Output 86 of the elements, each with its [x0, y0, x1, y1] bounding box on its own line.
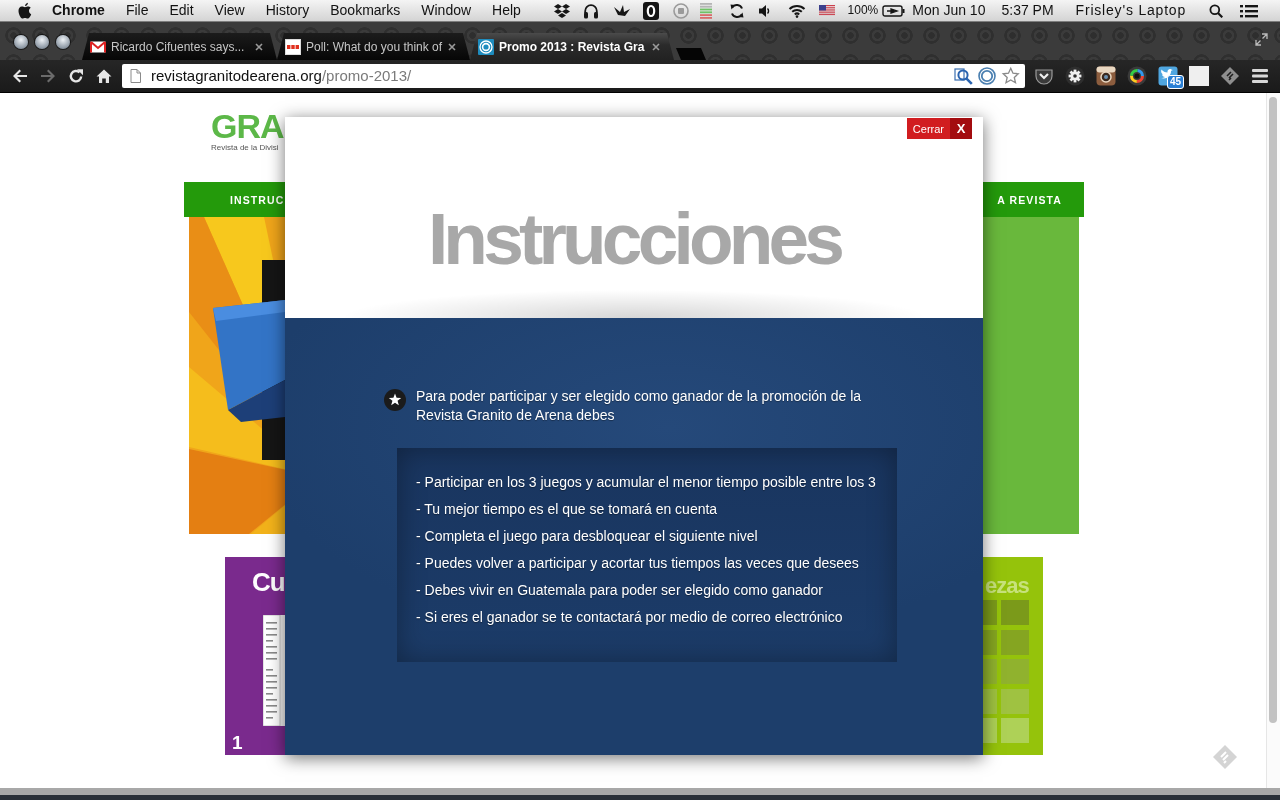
close-button[interactable]: Cerrar X [906, 118, 972, 139]
grid-tile [1001, 688, 1029, 714]
ring-logo-icon [478, 38, 494, 55]
back-button[interactable] [12, 68, 28, 84]
battery-icon[interactable] [882, 4, 906, 17]
card-title: Cu [252, 569, 285, 595]
menu-item[interactable]: Window [421, 0, 472, 21]
gear-icon[interactable] [1065, 66, 1085, 86]
menu-item[interactable]: Edit [169, 0, 194, 21]
close-icon[interactable] [448, 42, 456, 51]
grid-tile [1001, 600, 1029, 625]
star-icon[interactable] [1001, 66, 1021, 86]
window-control-button[interactable] [56, 35, 70, 49]
grid-tile [983, 600, 997, 625]
rule-item: - Debes vivir en Guatemala para poder ser elegido como ganador [416, 581, 823, 600]
user-name[interactable]: Frisley's Laptop [1075, 0, 1186, 21]
menu-item[interactable]: File [125, 0, 149, 21]
level-bars-icon[interactable] [698, 1, 713, 20]
headphones-icon[interactable] [582, 2, 599, 19]
envelope-icon [90, 38, 106, 55]
wifi-icon[interactable] [787, 3, 806, 18]
reload-button[interactable] [68, 68, 84, 84]
window-control-button[interactable] [35, 35, 49, 49]
fullscreen-icon[interactable] [1255, 33, 1268, 46]
game-card[interactable]: Cu 1 [225, 557, 285, 755]
grid-tile [983, 718, 997, 743]
flag-icon[interactable] [818, 5, 835, 16]
time-text: 5:37 PM [1001, 1, 1054, 20]
rule-item: - Puedes volver a participar y acortar tus tiempos las veces que desees [416, 554, 859, 573]
site-tagline: Revista de la Divisi [211, 143, 279, 153]
scrollbar-thumb[interactable] [1269, 97, 1277, 723]
reload-icon [68, 68, 84, 84]
list-icon[interactable] [1240, 3, 1258, 18]
close-icon[interactable] [652, 42, 660, 51]
news-tile-icon [285, 38, 301, 55]
arrow-right-icon [40, 68, 56, 84]
app-menu[interactable]: Chrome [52, 0, 105, 21]
browser-tab[interactable]: Poll: What do you think of [277, 33, 470, 60]
apple-icon[interactable] [18, 2, 32, 19]
nav-link[interactable]: INSTRUC [230, 193, 285, 206]
rule-item: - Completa el juego para desbloquear el siguiente nivel [416, 527, 758, 546]
grid-tile [983, 659, 997, 684]
url-text: revistagranitodearena.org/promo-2013/ [151, 67, 412, 85]
rule-item: - Si eres el ganador se te contactará por medio de correo electrónico [416, 608, 843, 627]
color-ring-icon[interactable] [1127, 66, 1147, 86]
close-icon[interactable]: X [950, 118, 972, 139]
chevron-shield-icon[interactable] [1034, 66, 1054, 86]
intro-paragraph: Para poder participar y ser elegido como ganador de la promoción de la Revista Granito de Arena debes [416, 387, 863, 425]
grid-tile [983, 688, 997, 714]
address-field[interactable]: revistagranitodearena.org/promo-2013/ [122, 64, 1025, 88]
feed-icon[interactable] [1220, 66, 1240, 86]
nav-link[interactable]: A REVISTA [997, 193, 1062, 206]
battery-percentage: 100% [847, 2, 879, 19]
menu-item[interactable]: Bookmarks [330, 0, 401, 21]
sync-icon[interactable] [728, 2, 745, 19]
browser-tab[interactable]: Ricardo Cifuentes says... [82, 33, 277, 60]
grid-tile [1001, 629, 1029, 655]
grid-tile [1001, 718, 1029, 743]
browser-tab[interactable]: Promo 2013 : Revista Gra [470, 33, 674, 60]
menu-item[interactable]: History [265, 0, 310, 21]
window-control-button[interactable] [14, 35, 28, 49]
arrow-left-icon [12, 68, 28, 84]
menu-item[interactable]: Help [492, 0, 521, 21]
rule-item: - Participar en los 3 juegos y acumular el menor tiempo posible entre los 3 [416, 473, 876, 492]
search-icon[interactable] [1209, 3, 1223, 18]
home-button[interactable] [96, 68, 112, 84]
speaker-icon[interactable] [757, 2, 770, 19]
ring-logo-icon[interactable] [978, 67, 996, 85]
magnifier-icon[interactable] [954, 67, 973, 85]
count-badge: 45 [1167, 75, 1185, 89]
grid-tile [1001, 659, 1029, 684]
modal-title: Instrucciones [427, 202, 841, 276]
camera-icon[interactable] [1096, 66, 1116, 86]
diamonds-icon[interactable] [552, 2, 571, 19]
page-icon [130, 69, 141, 83]
menu-icon[interactable] [1251, 68, 1269, 84]
date-text: Mon Jun 10 [912, 1, 986, 20]
menu-item[interactable]: View [214, 0, 245, 21]
rule-item: - Tu mejor tiempo es el que se tomará en cuenta [416, 500, 718, 519]
ring-tile-icon[interactable] [642, 1, 659, 20]
card-number: 1 [232, 733, 244, 752]
close-icon[interactable] [255, 42, 263, 51]
home-icon [96, 68, 112, 84]
card-title: ezas [985, 575, 1030, 597]
grid-tile [983, 629, 997, 655]
blank-tile-icon[interactable] [1189, 66, 1209, 86]
